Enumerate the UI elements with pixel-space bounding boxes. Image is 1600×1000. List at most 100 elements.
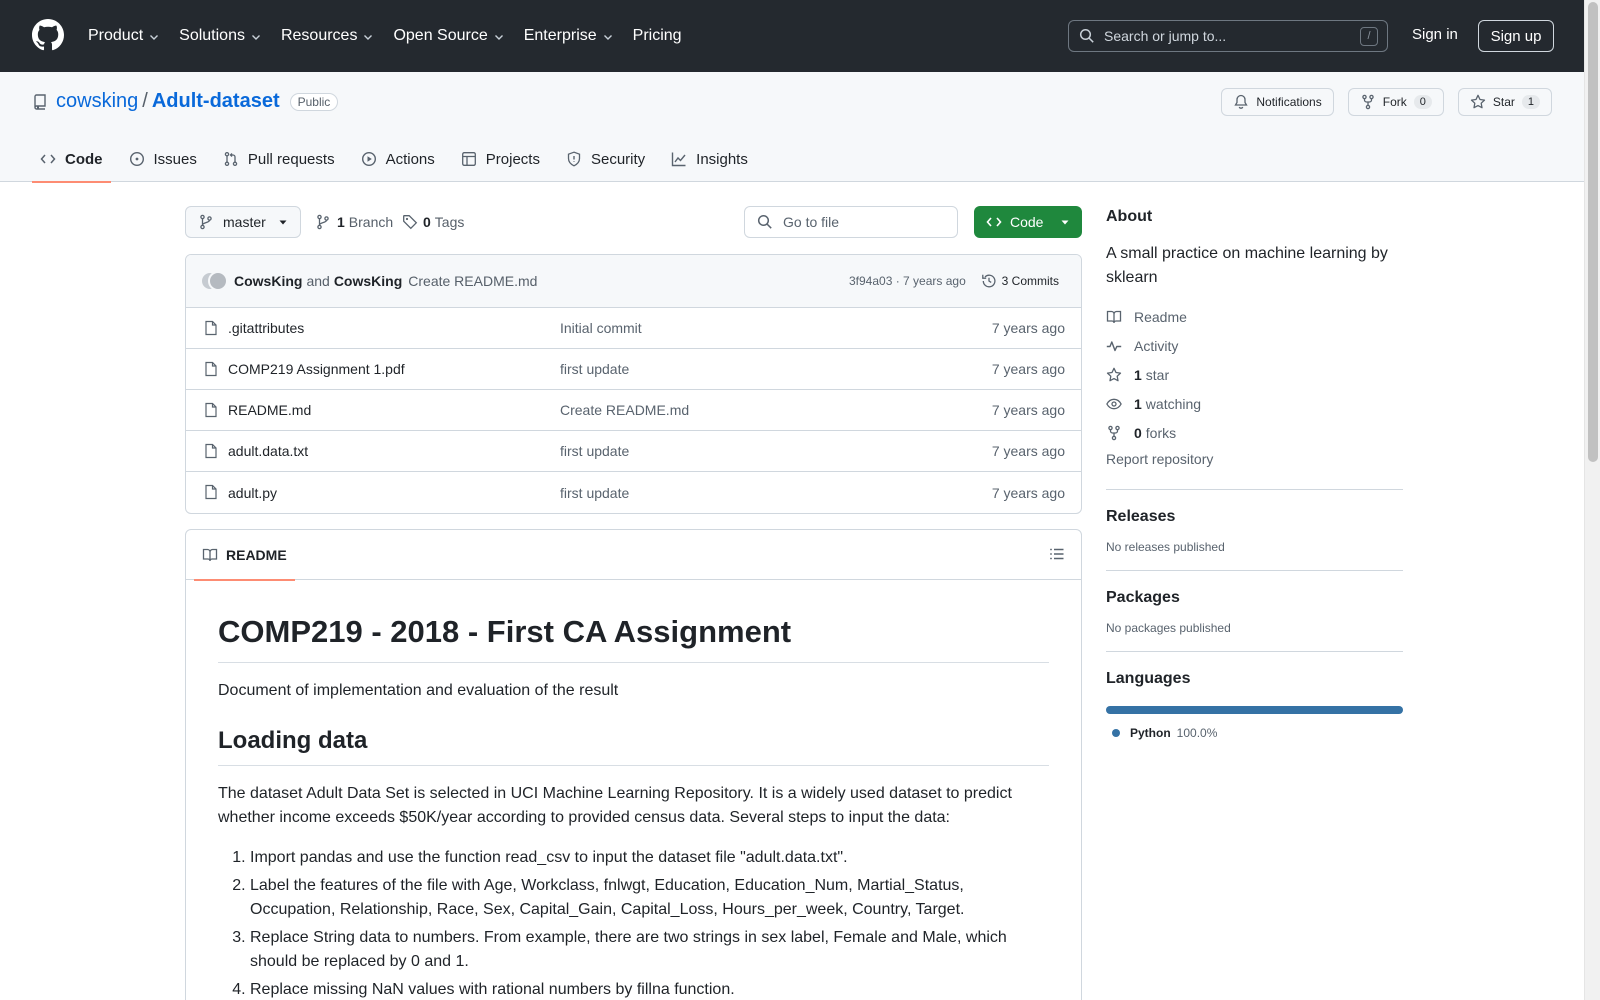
repo-icon	[32, 93, 48, 110]
chevron-down-icon	[488, 29, 505, 43]
branch-icon	[198, 214, 223, 230]
file-name-link[interactable]: .gitattributes	[228, 320, 304, 336]
nav-solutions[interactable]: Solutions	[179, 27, 262, 45]
file-name-link[interactable]: COMP219 Assignment 1.pdf	[228, 361, 405, 377]
list-outline-icon[interactable]	[1049, 546, 1065, 562]
tab-issues[interactable]: Issues	[121, 136, 205, 182]
global-header: Product Solutions Resources Open Source …	[0, 0, 1584, 72]
languages-heading: Languages	[1106, 670, 1191, 687]
notifications-button[interactable]: Notifications	[1221, 88, 1334, 116]
file-commit-message[interactable]: first update	[560, 361, 629, 377]
pulse-icon	[1106, 338, 1134, 354]
activity-link[interactable]: Activity	[1106, 331, 1403, 360]
releases-heading[interactable]: Releases	[1106, 508, 1403, 526]
file-name-link[interactable]: adult.data.txt	[228, 443, 308, 459]
readme-link[interactable]: Readme	[1106, 302, 1403, 331]
tab-insights-label: Insights	[696, 150, 748, 168]
nav-open-source[interactable]: Open Source	[393, 27, 504, 45]
language-item[interactable]: Python 100.0%	[1106, 726, 1403, 740]
scrollbar-thumb[interactable]	[1588, 2, 1598, 462]
readme-tab-bar: README	[186, 530, 1081, 581]
nav-product[interactable]: Product	[88, 27, 160, 45]
global-search-input[interactable]: Search or jump to... /	[1068, 20, 1388, 52]
about-links: Readme Activity 1 star 1 watching 0 fork…	[1106, 302, 1403, 447]
list-item: Label the features of the file with Age,…	[250, 874, 1049, 922]
file-age: 7 years ago	[991, 361, 1065, 377]
file-icon	[203, 361, 219, 377]
page-scrollbar[interactable]	[1584, 0, 1600, 1000]
file-browser: CowsKing and CowsKing Create README.md 3…	[185, 254, 1082, 514]
sign-up-button[interactable]: Sign up	[1478, 20, 1554, 52]
forks-link[interactable]: 0 forks	[1106, 418, 1403, 447]
commit-count-label: 3 Commits	[1001, 274, 1059, 288]
table-icon	[461, 151, 486, 167]
file-commit-message[interactable]: first update	[560, 485, 629, 501]
commit-hash-time[interactable]: 3f94a03 · 7 years ago	[849, 274, 966, 288]
tab-projects[interactable]: Projects	[453, 136, 548, 182]
file-commit-message[interactable]: Create README.md	[560, 402, 689, 418]
bell-icon	[1233, 94, 1256, 110]
repo-owner-link[interactable]: cowsking	[56, 90, 138, 113]
stars-label: star	[1145, 366, 1170, 383]
tab-pull-requests[interactable]: Pull requests	[215, 136, 343, 182]
nav-resources[interactable]: Resources	[281, 27, 374, 45]
language-color-dot	[1112, 729, 1120, 737]
file-icon	[203, 402, 219, 418]
branches-link[interactable]: 1 Branch	[315, 214, 393, 230]
file-icon	[203, 484, 219, 500]
go-to-file-placeholder: Go to file	[783, 214, 840, 230]
file-commit-message[interactable]: Initial commit	[560, 320, 642, 336]
file-name-link[interactable]: adult.py	[228, 485, 277, 501]
code-dropdown-button[interactable]: Code	[974, 206, 1082, 238]
go-to-file-input[interactable]: Go to file	[744, 206, 958, 238]
branch-count: 1	[337, 214, 345, 230]
chevron-down-icon	[143, 29, 160, 43]
watchers-link[interactable]: 1 watching	[1106, 389, 1403, 418]
activity-link-label: Activity	[1134, 337, 1179, 354]
file-row: adult.data.txt first update 7 years ago	[186, 431, 1081, 472]
star-button[interactable]: Star 1	[1457, 88, 1552, 116]
repo-description: A small practice on machine learning by …	[1106, 245, 1388, 286]
tags-link[interactable]: 0 Tags	[402, 214, 464, 230]
fork-button[interactable]: Fork 0	[1347, 88, 1444, 116]
tab-insights[interactable]: Insights	[663, 136, 756, 182]
tab-code-label: Code	[65, 150, 103, 168]
report-repository-link[interactable]: Report repository	[1106, 451, 1403, 473]
nav-pricing[interactable]: Pricing	[633, 27, 682, 45]
nav-enterprise-label: Enterprise	[523, 27, 597, 44]
commit-message-link[interactable]: Create README.md	[408, 273, 537, 289]
list-item: Replace missing NaN values with rational…	[250, 978, 1049, 1000]
file-row: adult.py first update 7 years ago	[186, 472, 1081, 513]
tab-pull-requests-label: Pull requests	[247, 150, 335, 168]
code-icon	[40, 151, 65, 167]
nav-enterprise[interactable]: Enterprise	[524, 27, 614, 45]
star-count: 1	[1521, 95, 1540, 109]
commit-author-link[interactable]: CowsKing	[234, 273, 302, 289]
commit-history-link[interactable]: 3 Commits	[981, 273, 1059, 289]
tab-actions[interactable]: Actions	[353, 136, 443, 182]
star-label: Star	[1492, 95, 1515, 109]
fork-count: 0	[1413, 95, 1432, 109]
readme-link-label: Readme	[1134, 308, 1187, 325]
tab-code[interactable]: Code	[32, 136, 111, 183]
github-logo-icon[interactable]	[32, 19, 64, 51]
avatar[interactable]	[200, 271, 228, 291]
branch-select-button[interactable]: master	[185, 206, 301, 238]
stars-link[interactable]: 1 star	[1106, 360, 1403, 389]
file-commit-message[interactable]: first update	[560, 443, 629, 459]
fork-icon	[1106, 425, 1134, 441]
tag-icon	[402, 214, 423, 230]
repo-name-link[interactable]: Adult-dataset	[152, 90, 280, 113]
sign-in-link[interactable]: Sign in	[1412, 26, 1458, 43]
readme-tab[interactable]: README	[194, 530, 295, 581]
nav-pricing-label: Pricing	[632, 27, 682, 44]
commit-coauthor-link[interactable]: CowsKing	[334, 273, 402, 289]
file-name-link[interactable]: README.md	[228, 402, 311, 418]
branch-icon	[315, 214, 337, 230]
notifications-label: Notifications	[1256, 95, 1322, 109]
tab-security[interactable]: Security	[558, 136, 653, 182]
repo-path-separator: /	[142, 90, 148, 112]
packages-heading[interactable]: Packages	[1106, 589, 1403, 607]
latest-commit-bar: CowsKing and CowsKing Create README.md 3…	[186, 255, 1081, 308]
star-icon	[1106, 367, 1134, 383]
